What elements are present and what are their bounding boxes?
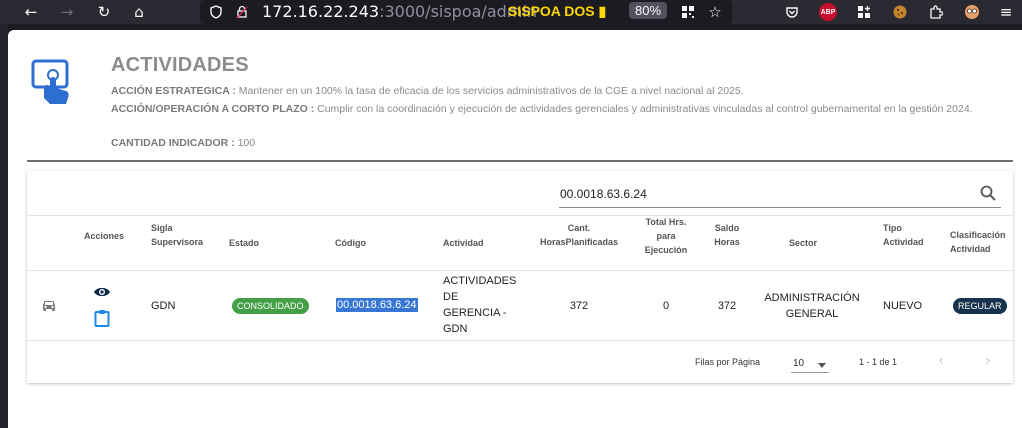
cell-tipo: NUEVO [883,300,923,312]
menu-hamburger-icon[interactable]: ≡ [994,0,1018,24]
header-tipo-line2: Actividad [883,237,924,247]
accion-estrategica: ACCIÓN ESTRATEGICA : Mantener en un 100%… [111,84,1011,99]
header-total-line3: Ejecución [644,245,688,255]
cell-actividad-line1: ACTIVIDADES [443,275,517,287]
view-eye-icon[interactable] [93,285,111,303]
clipboard-icon[interactable] [94,309,110,332]
rows-per-page-label: Filas por Página [695,357,761,367]
caret-down-icon [818,363,826,368]
header-total-line1: Total Hrs. [645,217,687,227]
status-badge: CONSOLIDADO [232,298,309,314]
insecure-lock-icon[interactable] [230,0,254,24]
cell-actividad-line2: DE [443,291,459,303]
rows-per-page-select[interactable]: 10 [791,355,829,373]
header-cant-horas[interactable]: Cant. HorasPlanificadas [537,221,621,249]
bookmark-star-icon[interactable]: ☆ [703,0,727,24]
car-icon [41,298,57,317]
extension-grid-icon[interactable] [852,0,876,24]
header-actividad[interactable]: Actividad [443,236,484,250]
accion-estrategica-label: ACCIÓN ESTRATEGICA : [111,85,236,97]
shield-icon[interactable] [204,0,228,24]
header-sector[interactable]: Sector [789,236,817,250]
accion-estrategica-text: Mantener en un 100% la tasa de eficacia … [238,85,744,97]
forward-icon[interactable]: → [55,0,79,24]
cell-sector: ADMINISTRACIÓN GENERAL [755,290,869,322]
cell-total-hrs: 0 [662,300,670,312]
header-clasif-line1: Clasificación [950,230,1006,240]
header-cant-line1: Cant. [567,223,591,233]
pagination-range: 1 - 1 de 1 [859,357,898,367]
header-estado[interactable]: Estado [229,236,259,250]
page-content: ACTIVIDADES ACCIÓN ESTRATEGICA : Mantene… [8,30,1022,428]
header-cant-line2: HorasPlanificadas [539,237,619,247]
header-tipo-actividad[interactable]: Tipo Actividad [883,221,924,249]
header-codigo[interactable]: Código [335,236,366,250]
extensions-puzzle-icon[interactable] [924,0,948,24]
briefcase-icon: ▮ [598,3,607,19]
section-divider [27,160,1013,162]
header-total-line2: para [656,231,676,241]
activities-table-card: 00.0018.63.6.24 Acciones Sigla Supervisor… [27,171,1013,383]
header-total-hrs[interactable]: Total Hrs. para Ejecución [640,215,692,257]
cookie-icon[interactable] [888,0,912,24]
accion-operacion: ACCIÓN/OPERACIÓN A CORTO PLAZO : Cumplir… [111,102,1011,117]
qr-code-icon[interactable] [676,0,700,24]
profile-avatar-icon[interactable] [960,0,984,24]
previous-page-icon[interactable]: ‹ [931,351,951,371]
cell-sector-line2: GENERAL [785,308,839,320]
back-icon[interactable]: ← [19,0,43,24]
header-saldo-line2: Horas [714,237,740,247]
cell-actividad: ACTIVIDADES DE GERENCIA - GDN [443,273,516,337]
cantidad-indicador: CANTIDAD INDICADOR : 100 [111,136,1011,151]
table-header: Acciones Sigla Supervisora Estado Código … [27,215,1013,271]
header-sigla-line1: Sigla [151,223,173,233]
header-sigla-line2: Supervisora [151,237,204,247]
header-acciones[interactable]: Acciones [84,229,124,243]
url-host: 172.16.22.243 [262,2,380,21]
home-icon[interactable]: ⌂ [127,0,151,24]
classification-badge: REGULAR [953,298,1007,314]
cantidad-indicador-label: CANTIDAD INDICADOR : [111,137,235,149]
next-page-icon[interactable]: › [978,351,998,371]
cell-sigla: GDN [151,300,176,312]
cell-codigo: 00.0018.63.6.24 [336,298,418,312]
search-field[interactable]: 00.0018.63.6.24 [559,184,1001,208]
accion-operacion-text: Cumplir con la coordinación y ejecución … [317,103,973,115]
cell-saldo: 372 [717,300,737,312]
touch-screen-icon [30,58,78,106]
sidebar-strip [0,24,8,428]
cantidad-indicador-value: 100 [237,137,256,149]
cell-actividad-line3: GERENCIA - [443,307,507,319]
header-tipo-line1: Tipo [883,223,902,233]
header-sigla-supervisora[interactable]: Sigla Supervisora [151,221,203,249]
rows-per-page-value: 10 [793,358,805,369]
header-saldo-horas[interactable]: Saldo Horas [707,221,747,249]
cell-cant-horas: 372 [569,300,589,312]
search-input[interactable]: 00.0018.63.6.24 [560,187,647,201]
page-title: ACTIVIDADES [111,54,249,76]
zoom-indicator[interactable]: 80% [629,2,668,19]
table-row: GDN CONSOLIDADO 00.0018.63.6.24 ACTIVIDA… [27,271,1013,341]
header-clasificacion[interactable]: Clasificación Actividad [950,228,1006,256]
site-name-label: SISPOA DOS ▮ [508,3,606,20]
search-icon[interactable] [979,184,997,202]
cell-actividad-line4: GDN [443,323,468,335]
site-name-text: SISPOA DOS [508,3,595,19]
address-bar[interactable]: 172.16.22.243:3000/sispoa/admin SISPOA D… [200,0,732,24]
pocket-icon[interactable] [780,0,804,24]
header-saldo-line1: Saldo [714,223,740,233]
cell-sector-line1: ADMINISTRACIÓN [764,292,860,304]
browser-toolbar: ← → ↻ ⌂ 172.16.22.243:3000/sispoa/admin … [0,0,1022,24]
reload-icon[interactable]: ↻ [92,0,116,24]
header-clasif-line2: Actividad [950,244,991,254]
accion-operacion-label: ACCIÓN/OPERACIÓN A CORTO PLAZO : [111,103,315,115]
url-text: 172.16.22.243:3000/sispoa/admin [262,2,537,21]
adblock-plus-icon[interactable]: ABP [819,3,837,21]
